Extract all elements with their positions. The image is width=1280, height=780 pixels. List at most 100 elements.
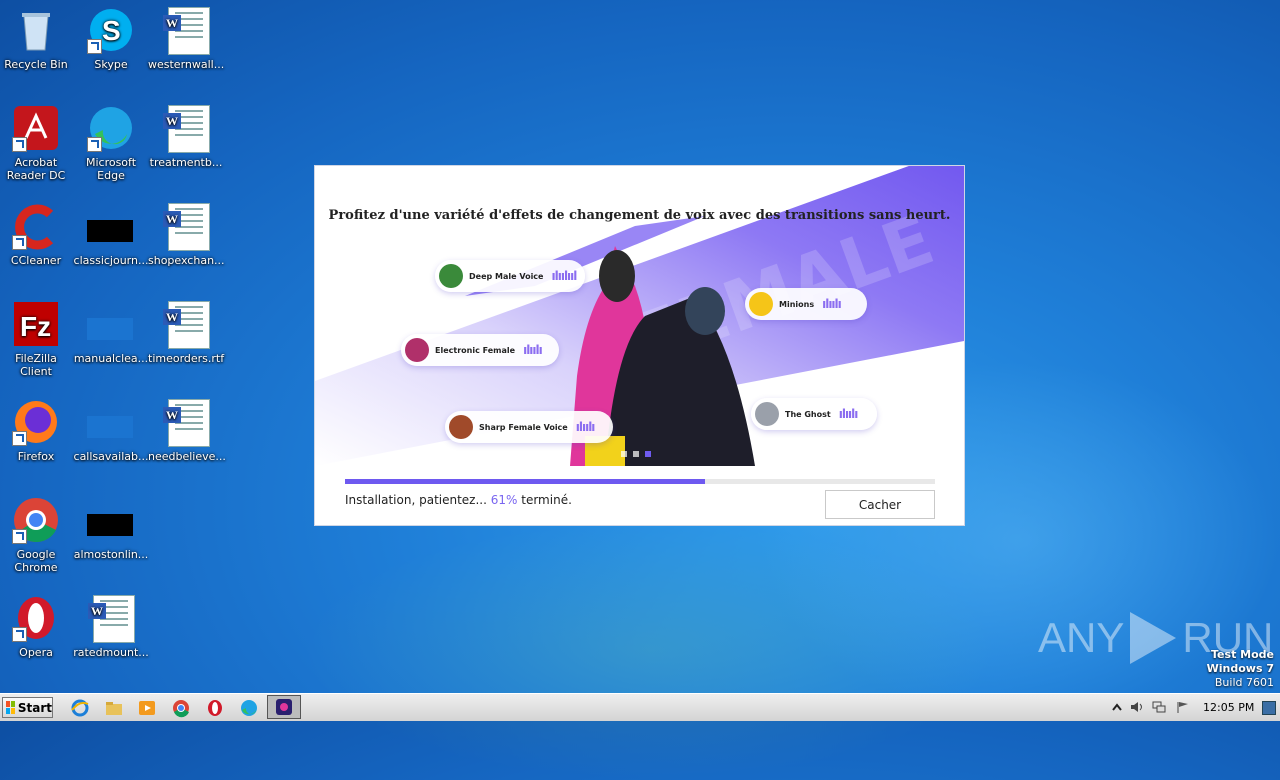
start-label: Start: [17, 700, 52, 715]
progress-bar: [345, 479, 935, 484]
voice-pill-label: Electronic Female: [435, 345, 516, 355]
voice-pill-minions: Minions ılıılı: [745, 288, 867, 320]
desktop-icon-label: Google Chrome: [14, 548, 58, 574]
voice-pill-sharp-female: Sharp Female Voice ılıılı: [445, 411, 613, 443]
waveform-icon: ılıılı: [822, 297, 842, 311]
firefox-icon: [12, 398, 60, 446]
desktop-icon-needbelieve[interactable]: W needbelieve...: [148, 398, 226, 463]
waveform-icon: ılıılııl: [551, 269, 577, 283]
desktop-icon-label: classicjourn...: [73, 254, 149, 267]
word-doc-icon: W: [162, 104, 210, 153]
test-mode-line: Windows 7: [1206, 662, 1274, 675]
action-center-flag-icon[interactable]: [1176, 701, 1190, 713]
desktop-icon-filezilla[interactable]: Fz FileZilla Client: [0, 300, 74, 378]
taskbar: Start 12:05 PM: [0, 693, 1280, 721]
desktop-icon-almostonlin[interactable]: almostonlin...: [73, 496, 149, 561]
desktop-icon-acrobat[interactable]: Acrobat Reader DC: [0, 104, 74, 182]
desktop-icon-shopexchan[interactable]: W shopexchan...: [148, 202, 225, 267]
svg-text:S: S: [102, 15, 121, 46]
test-mode-notice: Test Mode Windows 7 Build 7601: [1207, 648, 1274, 690]
media-player-icon[interactable]: [137, 698, 157, 718]
explorer-icon[interactable]: [104, 698, 124, 718]
voice-pill-electronic-female: Electronic Female ılıılı: [401, 334, 559, 366]
filezilla-icon: Fz: [12, 300, 60, 348]
word-doc-icon: W: [162, 6, 210, 55]
desktop-icon-label: CCleaner: [10, 254, 62, 267]
desktop-icon-recycle-bin[interactable]: Recycle Bin: [0, 6, 74, 71]
black-file-icon: [87, 202, 135, 250]
opera-icon[interactable]: [205, 698, 225, 718]
taskbar-clock[interactable]: 12:05 PM: [1203, 701, 1254, 714]
desktop-icon-label: manualclea...: [73, 352, 149, 365]
avatar: [439, 264, 463, 288]
desktop-icon-label: timeorders.rtf: [148, 352, 225, 365]
chrome-icon[interactable]: [171, 698, 191, 718]
desktop-icon-edge[interactable]: Microsoft Edge: [73, 104, 149, 182]
desktop-icon-timeorders[interactable]: W timeorders.rtf: [148, 300, 224, 365]
desktop-icon-manualclea[interactable]: manualclea...: [73, 300, 149, 365]
desktop-icon-callsavailab[interactable]: callsavailab...: [73, 398, 149, 463]
test-mode-line: Test Mode: [1211, 648, 1274, 661]
play-icon: [1130, 612, 1177, 664]
ie-icon[interactable]: [70, 698, 90, 718]
desktop-icon-skype[interactable]: S Skype: [73, 6, 149, 71]
voice-pill-label: Minions: [779, 299, 815, 309]
voice-pill-label: The Ghost: [785, 409, 831, 419]
edge-icon: [87, 104, 135, 152]
desktop-icon-treatmentb[interactable]: W treatmentb...: [148, 104, 224, 169]
waveform-icon: ılıılı: [575, 420, 596, 434]
recycle-bin-icon: [12, 6, 60, 54]
svg-text:Fz: Fz: [20, 311, 51, 342]
voice-pill-the-ghost: The Ghost ılıılı: [751, 398, 877, 430]
installer-window: FEMALE Profitez d'une variété d'effets d…: [315, 166, 964, 525]
voice-pill-deep-male: Deep Male Voice ılıılııl: [435, 260, 585, 292]
opera-icon: [12, 594, 60, 642]
network-icon[interactable]: [1152, 701, 1166, 713]
desktop-icon-ratedmount[interactable]: W ratedmount...: [73, 594, 149, 659]
desktop-icon-label: Opera: [19, 646, 53, 659]
voice-pill-label: Deep Male Voice: [469, 271, 544, 281]
promo-banner: FEMALE Profitez d'une variété d'effets d…: [315, 166, 964, 466]
status-prefix: Installation, patientez...: [345, 493, 487, 507]
avatar: [449, 415, 473, 439]
desktop-icon-label: westernwall...: [148, 58, 225, 71]
edge-icon[interactable]: [239, 698, 259, 718]
status-percent: 61%: [490, 493, 518, 507]
desktop-icon-label: shopexchan...: [148, 254, 225, 267]
word-doc-icon: W: [162, 300, 210, 349]
volume-icon[interactable]: [1130, 701, 1144, 713]
installer-headline: Profitez d'une variété d'effets de chang…: [328, 208, 951, 223]
desktop-icon-label: callsavailab...: [73, 450, 149, 463]
show-desktop-icon[interactable]: [1262, 701, 1276, 715]
desktop-icon-ccleaner[interactable]: CCleaner: [0, 202, 74, 267]
blue-file-icon: [87, 300, 135, 348]
installer-taskbar-button[interactable]: [267, 695, 301, 719]
desktop-icon-chrome[interactable]: Google Chrome: [0, 496, 74, 574]
ccleaner-icon: [12, 202, 60, 250]
carousel-dot[interactable]: [633, 451, 639, 457]
desktop-icon-classicjourn[interactable]: classicjourn...: [73, 202, 149, 267]
desktop-icon-label: FileZilla Client: [15, 352, 57, 378]
carousel-dot[interactable]: [621, 451, 627, 457]
carousel-dot[interactable]: [645, 451, 651, 457]
desktop-icon-westernwall[interactable]: W westernwall...: [148, 6, 224, 71]
desktop-icon-label: Acrobat Reader DC: [6, 156, 66, 182]
skype-icon: S: [87, 6, 135, 54]
black-file-icon: [87, 496, 135, 544]
acrobat-icon: [12, 104, 60, 152]
chrome-icon: [12, 496, 60, 544]
desktop-icon-label: almostonlin...: [73, 548, 149, 561]
start-button[interactable]: Start: [2, 697, 53, 718]
status-suffix: terminé.: [521, 493, 572, 507]
hide-button[interactable]: Cacher: [825, 490, 935, 519]
desktop-icon-firefox[interactable]: Firefox: [0, 398, 74, 463]
show-hidden-icons-icon[interactable]: [1110, 701, 1124, 713]
desktop-icon-label: Microsoft Edge: [85, 156, 137, 182]
watermark-left: ANY: [1038, 614, 1125, 661]
desktop-icon-label: Recycle Bin: [4, 58, 68, 71]
blue-file-icon: [87, 398, 135, 446]
desktop-icon-label: Skype: [94, 58, 128, 71]
word-doc-icon: W: [87, 594, 135, 643]
progress-fill: [345, 479, 705, 484]
desktop-icon-opera[interactable]: Opera: [0, 594, 74, 659]
